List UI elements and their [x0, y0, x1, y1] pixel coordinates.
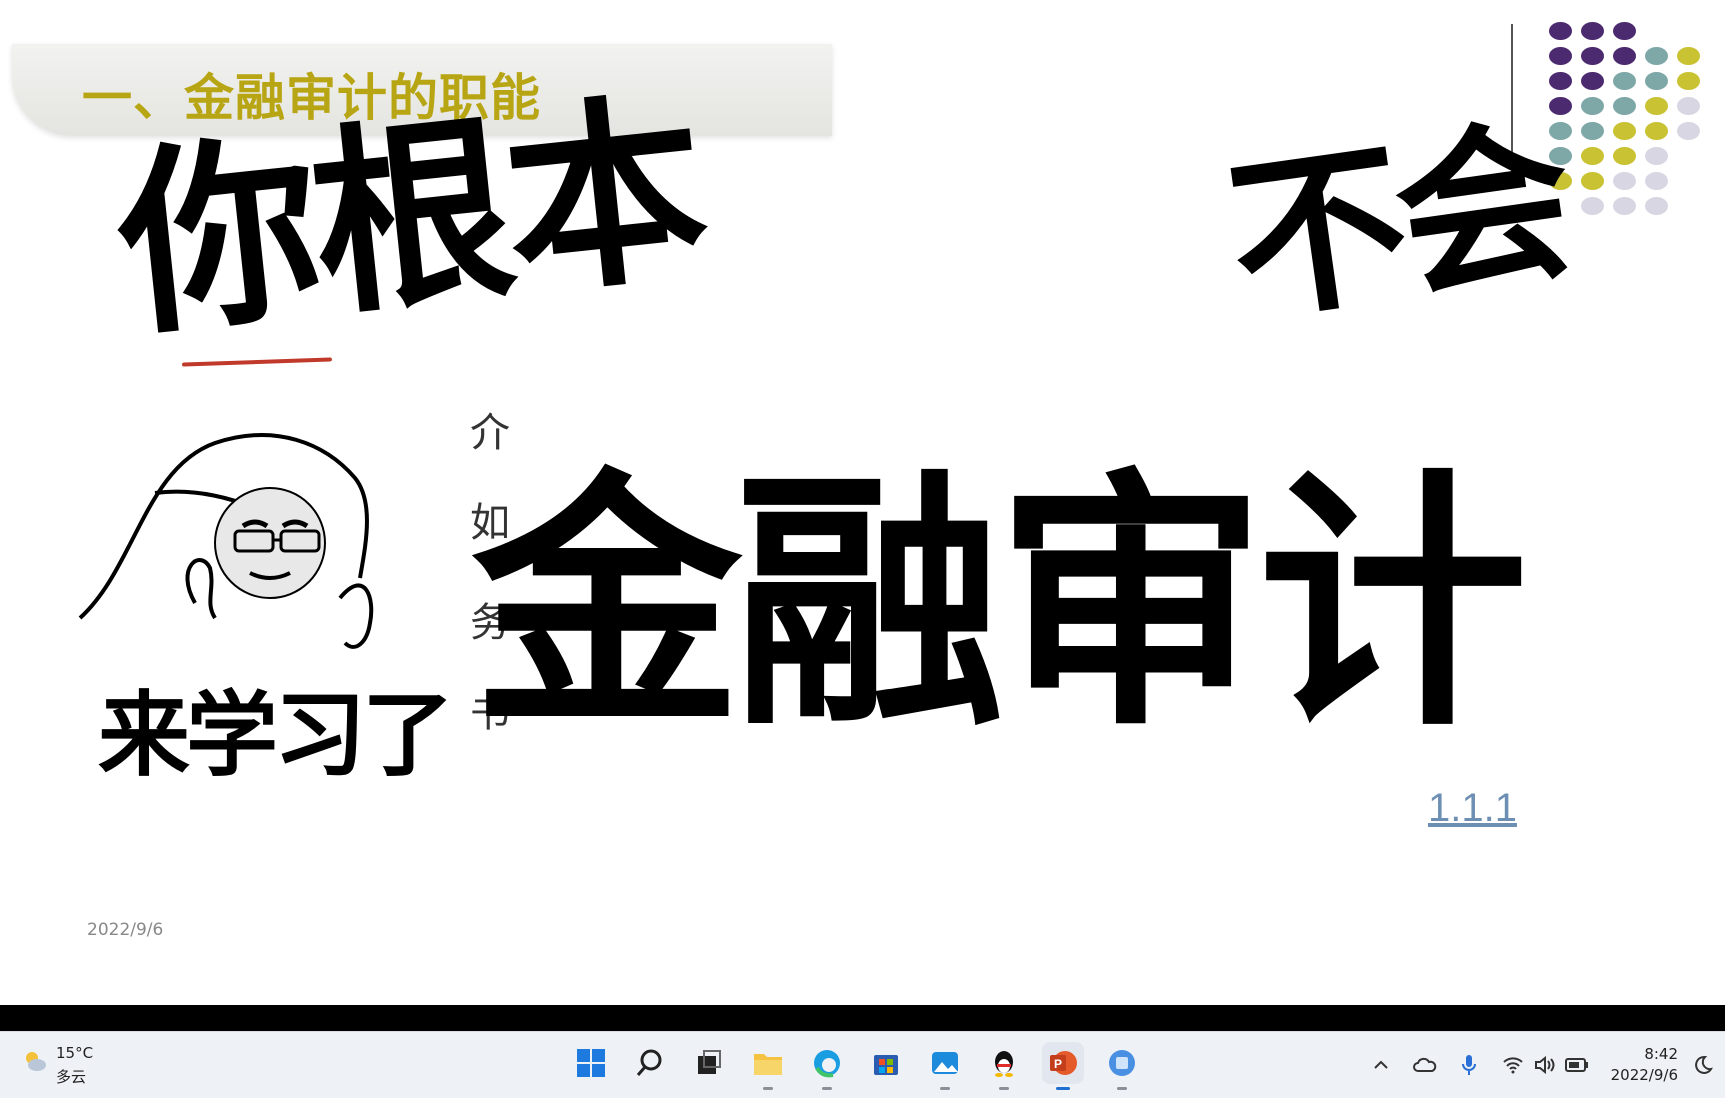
task-view-button[interactable] — [688, 1042, 730, 1084]
wifi-icon — [1503, 1057, 1523, 1074]
slide-link[interactable]: 1.1.1 — [1428, 786, 1517, 831]
file-explorer-button[interactable] — [747, 1042, 789, 1090]
photos-button[interactable] — [924, 1042, 966, 1090]
weather-temp: 15°C — [56, 1044, 94, 1062]
running-indicator — [999, 1087, 1009, 1090]
clock[interactable]: 8:42 2022/9/6 — [1608, 1044, 1678, 1086]
photos-icon — [932, 1052, 958, 1074]
battery-icon — [1565, 1058, 1588, 1072]
search-icon — [636, 1049, 662, 1076]
decor-dot — [1549, 47, 1572, 65]
svg-text:P: P — [1054, 1057, 1062, 1071]
store-icon — [874, 1055, 898, 1075]
store-button[interactable] — [865, 1042, 907, 1084]
decor-dot — [1581, 47, 1604, 65]
decor-dot — [1549, 22, 1572, 40]
decor-dot — [1581, 172, 1604, 190]
powerpoint-button[interactable]: P — [1042, 1042, 1084, 1090]
overlay-text-3: 金融审计 — [472, 447, 1528, 762]
active-indicator — [1056, 1087, 1070, 1090]
show-hidden-icons-button[interactable] — [1368, 1052, 1394, 1078]
cloud-icon — [1413, 1057, 1437, 1072]
decor-dot — [1677, 97, 1700, 115]
running-indicator — [940, 1087, 950, 1090]
powerpoint-icon: P — [1050, 1051, 1077, 1075]
decor-dot — [1613, 97, 1636, 115]
microphone-button[interactable] — [1456, 1052, 1482, 1078]
partly-cloudy-icon — [26, 1052, 46, 1071]
decor-dot — [1645, 122, 1668, 140]
volume-icon — [1535, 1056, 1555, 1074]
edge-button[interactable] — [806, 1042, 848, 1090]
decor-dot — [1581, 97, 1604, 115]
app-icon — [1109, 1050, 1135, 1076]
weather-condition: 多云 — [56, 1068, 87, 1086]
decor-dot — [1613, 122, 1636, 140]
overlay-text-1: 你根本 — [108, 72, 712, 365]
focus-assist-button[interactable] — [1690, 1052, 1716, 1078]
black-bar — [0, 1005, 1725, 1031]
decor-dot — [1581, 147, 1604, 165]
decor-dot — [1581, 72, 1604, 90]
decor-dot — [1677, 72, 1700, 90]
wifi-button[interactable] — [1500, 1052, 1526, 1078]
decor-dot — [1613, 147, 1636, 165]
running-indicator — [763, 1087, 773, 1090]
folder-icon — [754, 1054, 782, 1075]
battery-button[interactable] — [1564, 1052, 1590, 1078]
slide-date: 2022/9/6 — [87, 920, 164, 940]
decor-dot — [1613, 197, 1636, 215]
presentation-slide: 一、金融审计的职能 介 如 务 书 你根本 不会 金融审计 来学习了 1.1.1… — [0, 0, 1725, 1005]
start-button[interactable] — [570, 1042, 612, 1084]
decor-dot — [1581, 22, 1604, 40]
decor-dot — [1645, 197, 1668, 215]
decor-dot — [1677, 47, 1700, 65]
decor-dot — [1613, 47, 1636, 65]
edge-icon — [814, 1050, 840, 1078]
decor-dot — [1549, 97, 1572, 115]
decor-dot — [1613, 172, 1636, 190]
do-not-disturb-icon — [1695, 1055, 1713, 1074]
task-view-icon — [698, 1050, 721, 1074]
microphone-icon — [1462, 1055, 1476, 1075]
volume-button[interactable] — [1532, 1052, 1558, 1078]
decor-dot — [1645, 172, 1668, 190]
decor-dot — [1613, 22, 1636, 40]
search-button[interactable] — [629, 1042, 671, 1084]
clock-date: 2022/9/6 — [1610, 1066, 1678, 1084]
weather-widget[interactable]: 15°C 多云 — [22, 1042, 102, 1090]
decor-dot — [1645, 97, 1668, 115]
running-indicator — [822, 1087, 832, 1090]
chevron-up-icon — [1374, 1060, 1388, 1069]
app-button[interactable] — [1101, 1042, 1143, 1090]
clock-time: 8:42 — [1644, 1045, 1678, 1063]
decor-dot — [1645, 72, 1668, 90]
meme-caption: 来学习了 — [98, 682, 454, 789]
decor-dot — [1581, 197, 1604, 215]
decor-dot — [1549, 72, 1572, 90]
decor-dot — [1645, 147, 1668, 165]
taskbar: 15°C 多云 P 8:42 2022/9/6 — [0, 1031, 1725, 1098]
decor-dot — [1677, 122, 1700, 140]
qq-button[interactable] — [983, 1042, 1025, 1090]
red-underline — [181, 357, 333, 367]
decor-dot — [1645, 47, 1668, 65]
taskbar-apps: P — [570, 1042, 1143, 1090]
windows-logo-icon — [577, 1049, 605, 1077]
onedrive-button[interactable] — [1412, 1052, 1438, 1078]
meme-face-illustration — [78, 433, 374, 649]
running-indicator — [1117, 1087, 1127, 1090]
overlay-text-2: 不会 — [1218, 99, 1578, 348]
decor-dot — [1581, 122, 1604, 140]
penguin-icon — [995, 1051, 1013, 1077]
decor-dot — [1613, 72, 1636, 90]
